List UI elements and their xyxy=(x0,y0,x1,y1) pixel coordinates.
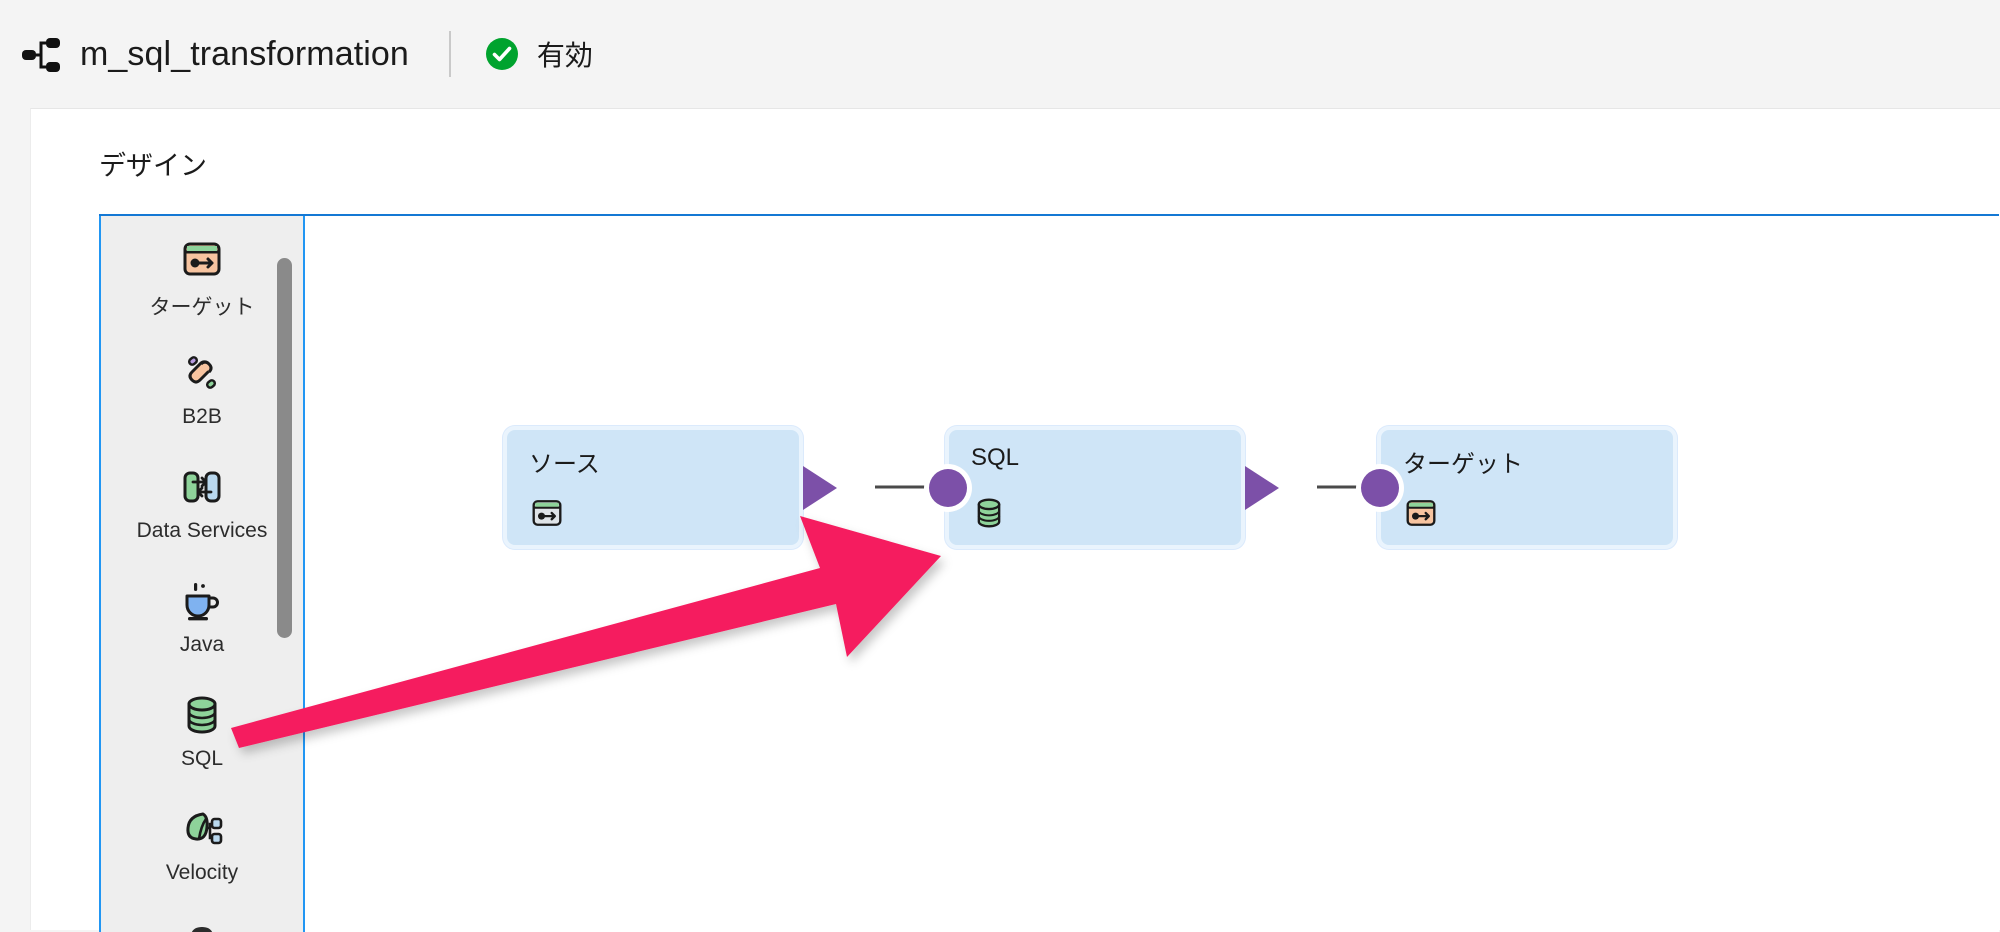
palette-item-b2b[interactable]: B2B xyxy=(101,330,303,444)
node-source[interactable]: ソース xyxy=(503,426,837,549)
app-header: m_sql_transformation 有効 xyxy=(0,0,2000,108)
palette-item-data-services[interactable]: Data Services xyxy=(101,444,303,558)
header-divider xyxy=(448,31,451,77)
design-card: デザイン ターゲット B2B Data Services Java SQL Ve… xyxy=(30,108,2000,932)
palette-item-label: Java xyxy=(179,633,225,656)
palette-item-label: ターゲット xyxy=(149,296,255,319)
palette-item-label: Data Services xyxy=(136,519,268,542)
data-services-icon xyxy=(179,464,225,510)
palette-item-sql[interactable]: SQL xyxy=(101,672,303,786)
design-section-title: デザイン xyxy=(99,151,207,181)
palette-item-partial[interactable] xyxy=(101,900,303,932)
sql-database-icon xyxy=(971,495,1007,531)
page-title: m_sql_transformation xyxy=(80,34,409,73)
palette-scrollbar[interactable] xyxy=(277,258,292,638)
palette-item-velocity[interactable]: Velocity xyxy=(101,786,303,900)
mapping-hierarchy-icon xyxy=(20,33,62,75)
mapping-editor: ターゲット B2B Data Services Java SQL Velocit… xyxy=(99,214,1999,932)
partial-transformation-icon xyxy=(179,906,225,932)
palette-item-target[interactable]: ターゲット xyxy=(101,216,303,330)
target-icon xyxy=(1403,495,1439,531)
java-cup-icon xyxy=(179,578,225,624)
output-port[interactable] xyxy=(1245,465,1279,510)
input-port[interactable] xyxy=(1361,468,1399,507)
palette-item-label: SQL xyxy=(180,747,224,770)
node-title: SQL xyxy=(971,444,1020,471)
b2b-handshake-icon xyxy=(179,350,225,396)
palette-item-label: B2B xyxy=(182,405,222,428)
mapping-canvas[interactable]: ソース SQL ターゲット xyxy=(305,216,1999,932)
target-icon xyxy=(179,236,225,282)
palette-item-label: Velocity xyxy=(165,861,239,884)
source-icon xyxy=(529,495,565,531)
status-badge: 有効 xyxy=(485,34,593,74)
node-title: ソース xyxy=(529,451,600,478)
node-sql[interactable]: SQL xyxy=(929,426,1279,549)
node-target[interactable]: ターゲット xyxy=(1361,426,1677,549)
sql-database-icon xyxy=(179,692,225,738)
input-port[interactable] xyxy=(929,468,967,507)
velocity-leaf-icon xyxy=(179,806,225,852)
palette-item-java[interactable]: Java xyxy=(101,558,303,672)
status-label: 有効 xyxy=(536,40,593,71)
output-port[interactable] xyxy=(803,465,837,510)
check-circle-icon xyxy=(485,37,519,71)
transformation-palette[interactable]: ターゲット B2B Data Services Java SQL Velocit… xyxy=(99,216,305,932)
node-title: ターゲット xyxy=(1403,451,1523,478)
